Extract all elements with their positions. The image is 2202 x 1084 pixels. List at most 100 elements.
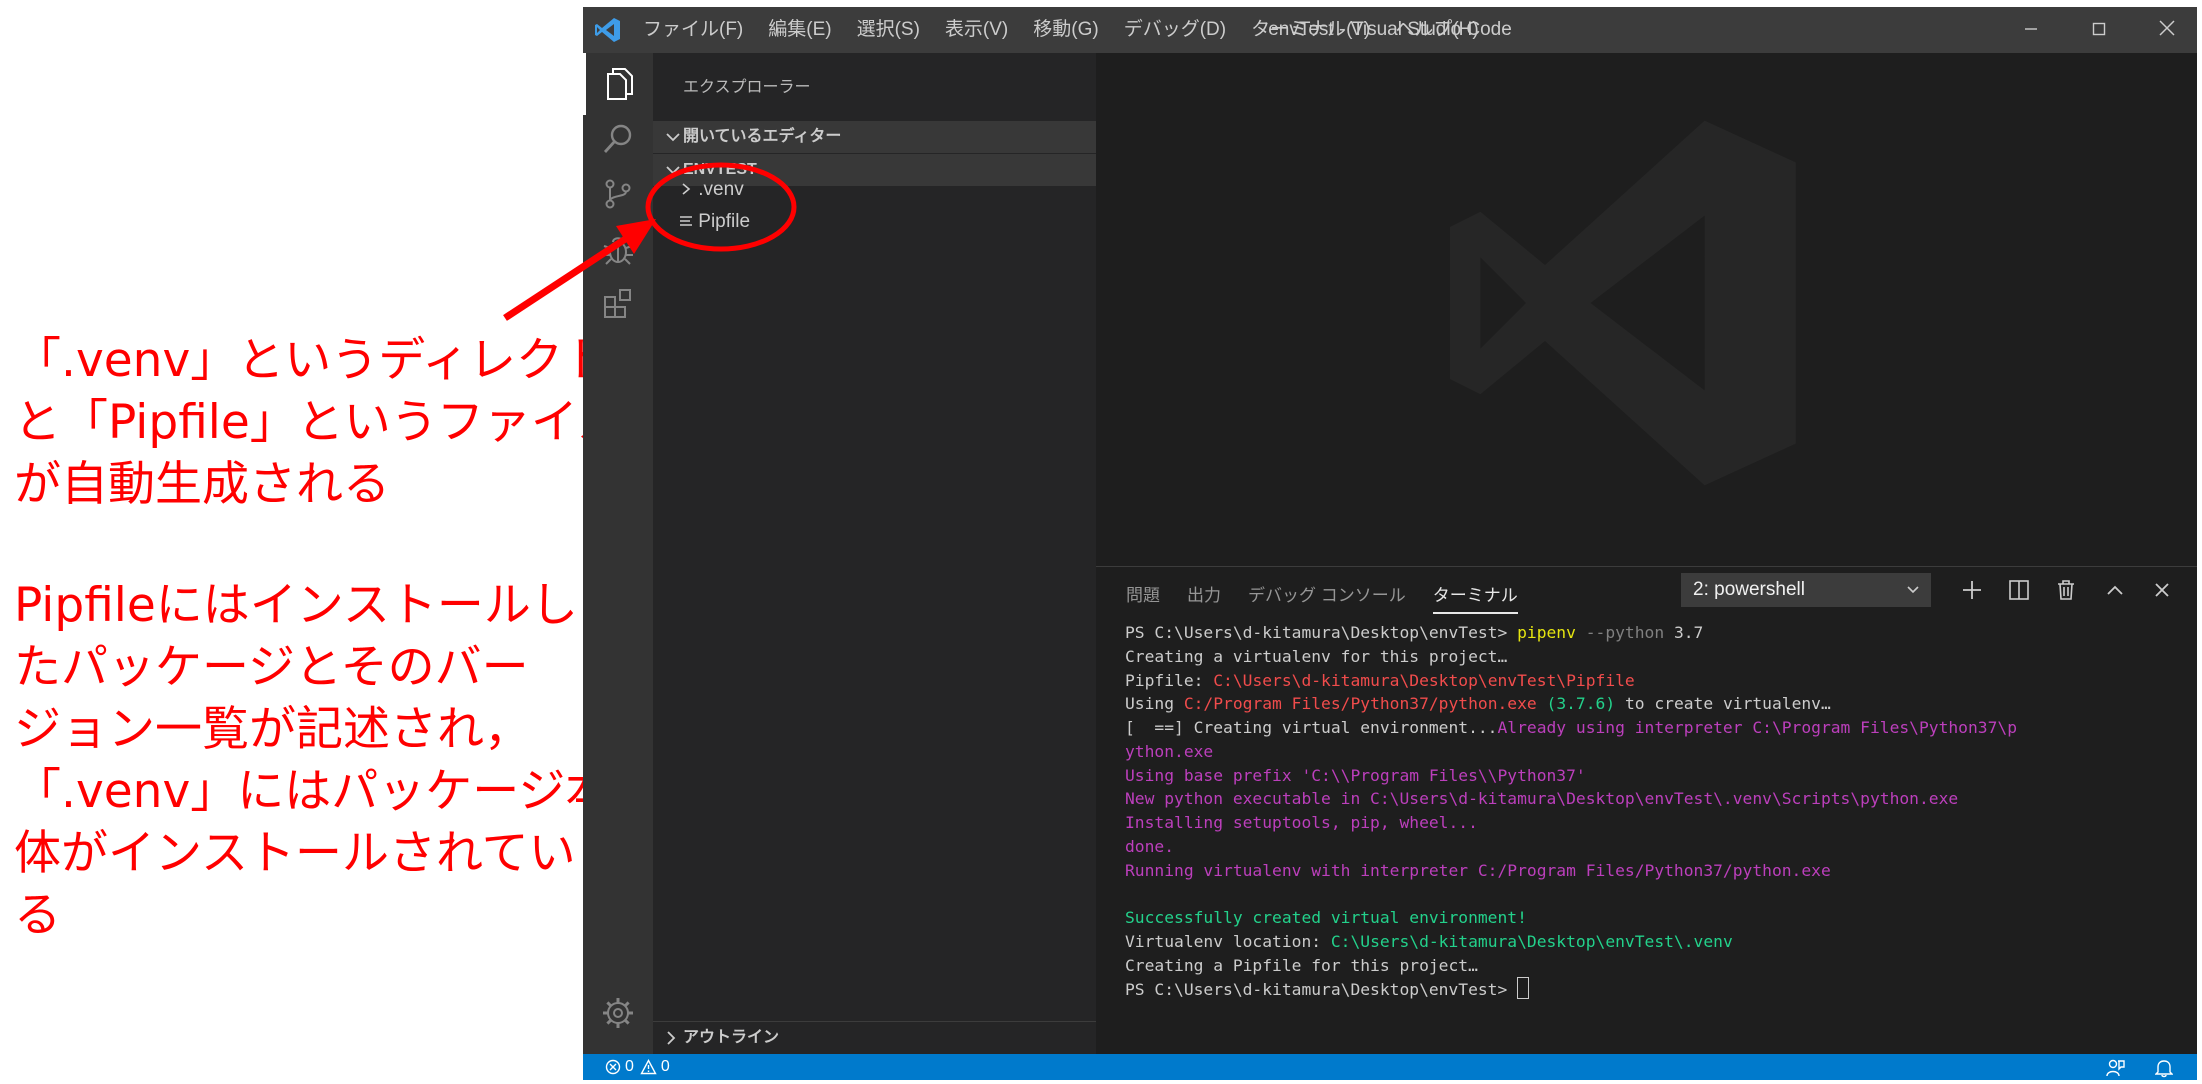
title-bar: envTest - Visual Studio Code ファイル(F) 編集(… (583, 7, 2197, 53)
activity-bar (583, 53, 653, 1054)
explorer-sidebar: エクスプローラー 開いているエディター ENVTEST .venv Pipfil… (653, 53, 1096, 1055)
menu-help[interactable]: ヘルプ(H) (1395, 7, 1478, 53)
terminal-shell-select[interactable]: 2: powershell (1681, 573, 1931, 607)
terminal-line: Successfully created virtual environment… (1125, 908, 1527, 927)
close-panel-button[interactable] (2147, 575, 2177, 605)
warning-count: 0 (660, 1058, 670, 1075)
files-icon (606, 68, 633, 100)
maximize-icon (2092, 22, 2106, 36)
tab-problems[interactable]: 問題 (1126, 581, 1160, 614)
menu-terminal[interactable]: ターミナル(T) (1251, 7, 1370, 53)
annotation-line: が自動生成される (14, 457, 390, 512)
terminal-line: New python executable in C:\Users\d-kita… (1125, 789, 1959, 809)
terminal-line: Pipfile: C:\Users\d-kitamura\Desktop\env… (1125, 669, 2017, 693)
terminal-text: Pipfile: (1125, 670, 1214, 690)
maximize-panel-button[interactable] (2100, 575, 2130, 605)
tab-terminal[interactable]: ターミナル (1432, 581, 1518, 614)
feedback-icon[interactable] (2105, 1058, 2125, 1078)
tab-output[interactable]: 出力 (1187, 581, 1221, 614)
annotation-line: 体がインストールされてい (14, 826, 576, 881)
tree-item-venv[interactable]: .venv (679, 179, 744, 201)
plus-icon (1963, 581, 1981, 599)
split-terminal-button[interactable] (2004, 575, 2034, 605)
activity-explorer[interactable] (583, 53, 653, 115)
terminal-text: [ ==] Creating virtual environment... (1125, 718, 1498, 737)
terminal-prompt: PS C:\Users\d-kitamura\Desktop\envTest> (1125, 980, 1518, 1000)
annotation-line: 「.venv」というディレクトリ (14, 333, 657, 388)
menu-file[interactable]: ファイル(F) (643, 7, 743, 53)
annotation-line: たパッケージとそのバー (14, 640, 529, 695)
source-control-icon (605, 179, 631, 209)
terminal-text: Virtualenv location: (1125, 931, 1331, 951)
annotation-paragraph-1: 「.venv」というディレクトリ と「Pipfile」というファイル が自動生成… (14, 330, 657, 516)
maximize-button[interactable] (2069, 7, 2129, 53)
terminal-path: C:\Users\d-kitamura\Desktop\envTest\.ven… (1330, 931, 1733, 951)
terminal-version: (3.7.6) (1536, 694, 1616, 714)
minimize-button[interactable] (2001, 7, 2061, 53)
activity-source-control[interactable] (583, 163, 653, 225)
open-editors-label: 開いているエディター (683, 128, 842, 145)
tree-item-label: Pipfile (698, 211, 751, 232)
annotation-line: る (14, 888, 61, 943)
terminal-line: PS C:\Users\d-kitamura\Desktop\envTest> … (1125, 621, 2017, 645)
error-icon (605, 1059, 621, 1075)
vscode-window: envTest - Visual Studio Code ファイル(F) 編集(… (583, 7, 2197, 1080)
terminal-path: C:\Users\d-kitamura\Desktop\envTest\Pipf… (1213, 670, 1635, 690)
menu-go[interactable]: 移動(G) (1033, 7, 1098, 53)
terminal-line: Creating a virtualenv for this project… (1125, 646, 1508, 666)
chevron-down-icon (666, 166, 680, 175)
terminal-line: Creating a Pipfile for this project… (1125, 955, 1478, 975)
terminal-prompt: PS C:\Users\d-kitamura\Desktop\envTest> (1125, 623, 1518, 642)
activity-extensions[interactable] (583, 273, 653, 335)
tab-debug-console[interactable]: デバッグ コンソール (1248, 581, 1406, 614)
terminal-line: Virtualenv location: C:\Users\d-kitamura… (1125, 930, 2017, 954)
terminal-line: Using C:/Program Files/Python37/python.e… (1125, 692, 2017, 716)
terminal-line: PS C:\Users\d-kitamura\Desktop\envTest> (1125, 977, 2017, 1002)
terminal-text: Already using interpreter C:\Program Fil… (1497, 718, 2017, 737)
terminal-path: C:/Program Files/Python37/python.exe (1183, 694, 1537, 714)
outline-section[interactable]: アウトライン (653, 1021, 1096, 1055)
bottom-panel: 問題 出力 デバッグ コンソール ターミナル 2: powershell PS … (1096, 566, 2197, 1055)
open-editors-section[interactable]: 開いているエディター (653, 121, 1096, 153)
bell-icon[interactable] (2155, 1058, 2173, 1078)
tree-item-pipfile[interactable]: Pipfile (679, 211, 750, 233)
activity-search[interactable] (583, 108, 653, 170)
split-icon (2009, 580, 2029, 600)
kill-terminal-button[interactable] (2051, 575, 2081, 605)
vscode-watermark-icon (1450, 120, 1796, 486)
chevron-up-icon (2107, 585, 2123, 595)
editor-area[interactable] (1096, 53, 2197, 566)
terminal-line: Running virtualenv with interpreter C:/P… (1125, 860, 1831, 880)
new-terminal-button[interactable] (1957, 575, 1987, 605)
terminal-output[interactable]: PS C:\Users\d-kitamura\Desktop\envTest> … (1125, 621, 2017, 1002)
close-button[interactable] (2137, 7, 2197, 53)
terminal-line: done. (1125, 836, 1175, 856)
menu-view[interactable]: 表示(V) (945, 7, 1008, 53)
terminal-line: Using base prefix 'C:\\Program Files\\Py… (1125, 765, 1586, 785)
warning-icon (640, 1059, 657, 1075)
terminal-argument: --python (1575, 623, 1674, 642)
terminal-cursor (1517, 977, 1530, 1000)
terminal-text: Using (1125, 694, 1184, 714)
extensions-icon (604, 289, 631, 318)
terminal-command: pipenv (1517, 623, 1576, 642)
activity-debug[interactable] (583, 218, 653, 280)
tree-item-label: .venv (698, 179, 744, 200)
problems-status[interactable]: 0 0 (605, 1054, 670, 1080)
annotation-line: ジョン一覧が記述され， (14, 702, 531, 757)
menu-debug[interactable]: デバッグ(D) (1124, 7, 1226, 53)
activity-manage[interactable] (583, 982, 653, 1044)
annotation-paragraph-2: Pipfileにはインストールし たパッケージとそのバー ジョン一覧が記述され，… (14, 575, 612, 947)
trash-icon (2058, 580, 2074, 600)
outline-label: アウトライン (683, 1029, 780, 1046)
terminal-line: Installing setuptools, pip, wheel... (1125, 813, 1478, 832)
annotation-line: と「Pipfile」というファイル (14, 395, 625, 450)
menu-edit[interactable]: 編集(E) (768, 7, 831, 53)
menu-selection[interactable]: 選択(S) (857, 7, 920, 53)
minimize-icon (2025, 28, 2037, 30)
search-icon (603, 124, 632, 153)
chevron-down-icon (666, 133, 680, 142)
chevron-down-icon (1907, 586, 1919, 594)
file-lines-icon (680, 216, 692, 226)
